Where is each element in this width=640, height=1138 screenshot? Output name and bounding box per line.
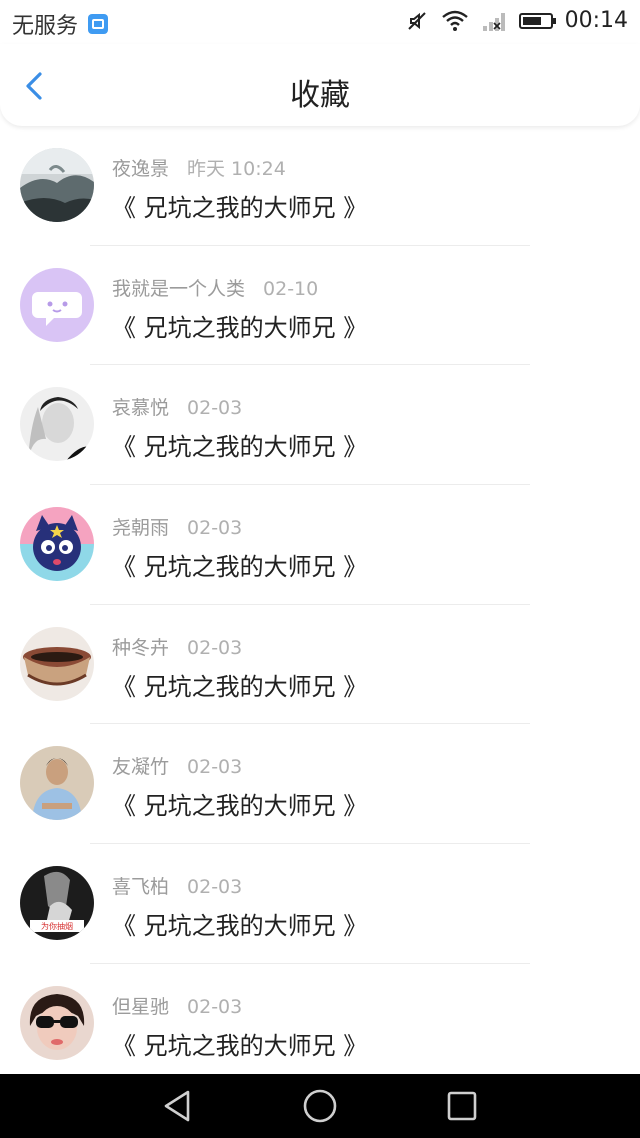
recents-square-icon[interactable]: [444, 1088, 480, 1124]
user-name: 我就是一个人类: [112, 277, 246, 300]
list-item[interactable]: 友凝竹 02-03 《 兄坑之我的大师兄 》: [0, 724, 640, 845]
book-title: 《 兄坑之我的大师兄 》: [112, 792, 368, 821]
user-name: 夜逸景: [112, 158, 170, 180]
list-item[interactable]: 夜逸景 昨天 10:24 《 兄坑之我的大师兄 》: [0, 126, 640, 246]
book-title: 《 兄坑之我的大师兄 》: [112, 912, 368, 941]
user-name: 但星驰: [112, 995, 170, 1018]
item-time: 02-03: [187, 397, 243, 420]
avatar[interactable]: [20, 148, 94, 222]
page-title: 收藏: [290, 78, 350, 113]
no-signal-icon: [482, 12, 505, 31]
item-time: 02-03: [187, 756, 243, 779]
avatar[interactable]: 为你抽烟: [20, 866, 94, 941]
status-left: 无服务: [12, 8, 109, 40]
item-meta: 但星驰 02-03: [112, 992, 242, 1019]
item-time: 02-03: [187, 636, 243, 659]
list-item[interactable]: 哀慕悦 02-03 《 兄坑之我的大师兄 》: [0, 365, 640, 486]
user-name: 种冬卉: [112, 636, 170, 659]
user-name: 哀慕悦: [112, 397, 170, 420]
book-title: 《 兄坑之我的大师兄 》: [112, 1031, 368, 1060]
clock-text: 00:14: [564, 8, 628, 33]
avatar[interactable]: [20, 507, 94, 582]
top-header: 收藏: [0, 44, 640, 126]
back-triangle-icon[interactable]: [160, 1088, 196, 1124]
avatar[interactable]: [20, 387, 94, 462]
item-meta: 夜逸景 昨天 10:24: [112, 154, 286, 181]
book-title: 《 兄坑之我的大师兄 》: [112, 433, 368, 462]
status-right: 00:14: [405, 8, 628, 33]
item-time: 昨天 10:24: [187, 158, 286, 180]
avatar[interactable]: [20, 626, 94, 701]
list-item[interactable]: 种冬卉 02-03 《 兄坑之我的大师兄 》: [0, 605, 640, 725]
item-meta: 喜飞柏 02-03: [112, 872, 242, 899]
item-time: 02-03: [187, 876, 243, 899]
item-meta: 哀慕悦 02-03: [112, 393, 242, 420]
avatar-sticker-text: 为你抽烟: [41, 921, 73, 931]
user-name: 尧朝雨: [112, 517, 170, 540]
battery-icon: [518, 12, 556, 29]
app-notification-icon: [88, 14, 109, 34]
wifi-icon: [441, 10, 468, 31]
list-item[interactable]: 但星驰 02-03 《 兄坑之我的大师兄 》: [0, 964, 640, 1084]
item-meta: 友凝竹 02-03: [112, 752, 242, 779]
avatar[interactable]: [20, 746, 94, 821]
system-nav-bar: [0, 1074, 640, 1138]
list-item[interactable]: 我就是一个人类 02-10 《 兄坑之我的大师兄 》: [0, 246, 640, 366]
user-name: 友凝竹: [112, 756, 170, 779]
user-name: 喜飞柏: [112, 876, 170, 899]
favorites-list: 夜逸景 昨天 10:24 《 兄坑之我的大师兄 》 我就是一个人类 02-10 《 …: [0, 126, 640, 1084]
avatar[interactable]: [20, 267, 94, 342]
item-time: 02-10: [263, 277, 319, 300]
item-meta: 种冬卉 02-03: [112, 633, 242, 660]
item-meta: 尧朝雨 02-03: [112, 513, 242, 540]
book-title: 《 兄坑之我的大师兄 》: [112, 313, 368, 342]
item-time: 02-03: [187, 517, 243, 540]
item-meta: 我就是一个人类 02-10: [112, 274, 318, 301]
book-title: 《 兄坑之我的大师兄 》: [112, 194, 368, 222]
home-circle-icon[interactable]: [302, 1088, 338, 1124]
item-time: 02-03: [187, 995, 243, 1018]
list-item[interactable]: 尧朝雨 02-03 《 兄坑之我的大师兄 》: [0, 485, 640, 605]
book-title: 《 兄坑之我的大师兄 》: [112, 672, 368, 701]
avatar[interactable]: [20, 985, 94, 1060]
mute-icon: [407, 11, 426, 30]
book-title: 《 兄坑之我的大师兄 》: [112, 553, 368, 582]
list-item[interactable]: 为你抽烟 喜飞柏 02-03 《 兄坑之我的大师兄 》: [0, 844, 640, 964]
status-bar: 无服务 00:14: [0, 0, 640, 44]
carrier-text: 无服务: [12, 14, 79, 39]
